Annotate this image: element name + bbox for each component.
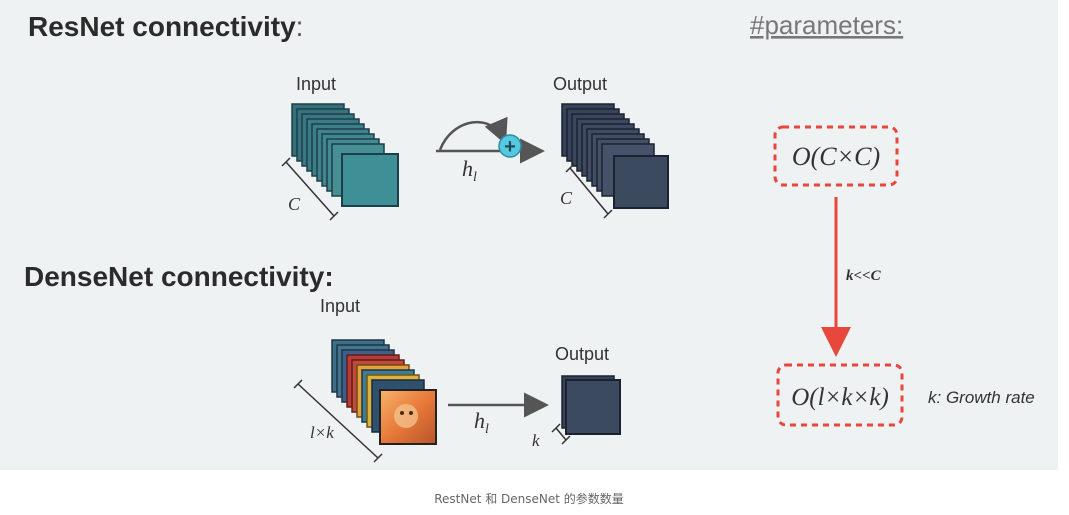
resnet-skip-connection: [436, 116, 545, 164]
growth-rate-note: k: Growth rate: [928, 388, 1035, 407]
add-symbol: +: [504, 136, 516, 158]
parameters-heading: #parameters:: [750, 10, 903, 40]
resnet-input-stack: [291, 103, 399, 207]
densenet-complexity: O(l×k×k): [791, 384, 889, 411]
resnet-title: ResNet connectivity:: [28, 11, 303, 42]
figure-caption: RestNet 和 DenseNet 的参数数量: [434, 492, 624, 506]
slide: ResNet connectivity: #parameters: Input …: [0, 0, 1058, 470]
reduction-label: k<<C: [846, 268, 882, 284]
densenet-output-stack: [561, 375, 621, 435]
resnet-complexity: O(C×C): [792, 142, 880, 171]
resnet-input-channel-label: C: [288, 194, 301, 214]
densenet-input-label: Input: [320, 296, 360, 316]
densenet-input-channel-label: l×k: [310, 423, 334, 442]
densenet-output-label: Output: [555, 344, 609, 364]
resnet-function-label: hl: [462, 156, 477, 185]
diagram-canvas: ResNet connectivity: #parameters: Input …: [24, 10, 1035, 463]
resnet-output-label: Output: [553, 74, 607, 94]
resnet-input-label: Input: [296, 74, 336, 94]
resnet-output-channel-label: C: [560, 188, 573, 208]
densenet-input-stack: [331, 339, 437, 445]
densenet-function-label: hl: [474, 408, 489, 437]
densenet-title: DenseNet connectivity:: [24, 261, 334, 292]
add-icon: +: [498, 134, 522, 158]
resnet-output-stack: [561, 103, 669, 209]
densenet-output-channel-label: k: [532, 431, 540, 450]
